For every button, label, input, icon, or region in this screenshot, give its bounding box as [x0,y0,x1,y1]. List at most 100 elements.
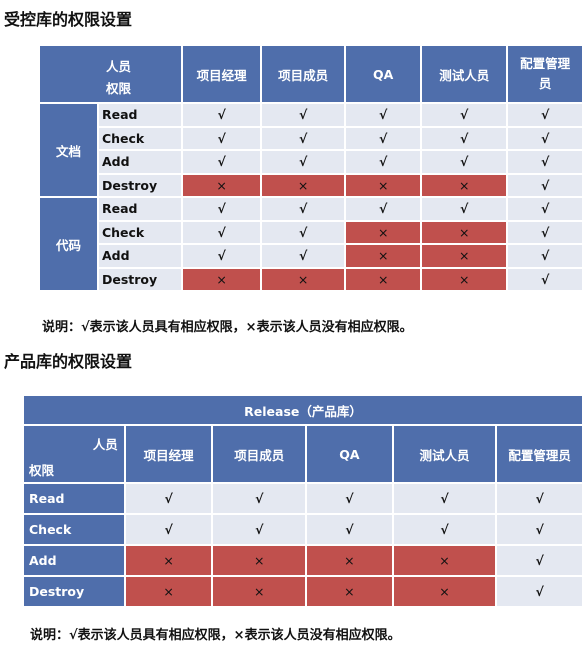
column-header: 项目经理 [183,46,260,102]
permission-granted-cell: √ [183,104,260,126]
table-row: Add √ √ × × √ [40,245,582,267]
permission-denied-cell: × [125,546,212,575]
permission-granted-cell: √ [508,151,582,173]
permission-denied-cell: × [183,268,260,290]
column-header: 项目成员 [261,46,345,102]
permission-denied-cell: × [261,268,345,290]
section2-title: 产品库的权限设置 [4,352,133,371]
permission-label: Read [98,104,182,126]
permission-denied-cell: × [346,268,421,290]
permission-granted-cell: √ [183,151,260,173]
table-row: Add √ √ √ √ √ [40,151,582,173]
permission-denied-cell: × [393,577,496,606]
table-row: Destroy × × × × √ [24,577,582,606]
column-header: 测试人员 [393,426,496,482]
permission-granted-cell: √ [183,221,260,243]
product-library-permission-table: Release（产品库） 人员 权限 项目经理 项目成员 QA 测试人员 配置管… [22,394,584,608]
table-corner-header: 人员 权限 [24,426,124,482]
table-row: Check √ √ √ √ √ [24,515,582,544]
column-header: 项目成员 [213,426,306,482]
permission-granted-cell: √ [307,484,392,513]
permission-granted-cell: √ [497,577,582,606]
permission-granted-cell: √ [393,484,496,513]
permission-granted-cell: √ [307,515,392,544]
permission-denied-cell: × [125,577,212,606]
permission-granted-cell: √ [508,245,582,267]
permission-denied-cell: × [346,245,421,267]
group-label: 代码 [40,198,97,290]
permission-granted-cell: √ [213,484,306,513]
table-row: Check √ √ × × √ [40,221,582,243]
group-label: 文档 [40,104,97,196]
table-row: Check √ √ √ √ √ [40,127,582,149]
corner-personnel-label: 人员 [106,59,132,74]
controlled-library-permission-table: 人员 权限 项目经理 项目成员 QA 测试人员 配置管理员 文档 Read √ √ √ √… [38,44,584,292]
corner-personnel-label: 人员 [92,437,118,452]
permission-granted-cell: √ [508,268,582,290]
permission-granted-cell: √ [213,515,306,544]
permission-denied-cell: × [213,577,306,606]
permission-label: Read [24,484,124,513]
permission-denied-cell: × [346,221,421,243]
permission-granted-cell: √ [261,127,345,149]
permission-granted-cell: √ [261,104,345,126]
permission-granted-cell: √ [508,198,582,220]
permission-label: Read [98,198,182,220]
permission-granted-cell: √ [346,127,421,149]
permission-denied-cell: × [422,221,507,243]
permission-granted-cell: √ [346,198,421,220]
table-row: Destroy × × × × √ [40,268,582,290]
permission-granted-cell: √ [497,546,582,575]
permission-denied-cell: × [307,546,392,575]
column-header: 项目经理 [125,426,212,482]
permission-granted-cell: √ [508,221,582,243]
permission-granted-cell: √ [422,104,507,126]
permission-granted-cell: √ [261,151,345,173]
permission-granted-cell: √ [261,198,345,220]
permission-label: Destroy [98,174,182,196]
table-row: 文档 Read √ √ √ √ √ [40,104,582,196]
corner-permission-label: 权限 [106,81,132,96]
column-header: 配置管理员 [508,46,582,102]
permission-label: Check [98,221,182,243]
permission-denied-cell: × [422,245,507,267]
permission-denied-cell: × [261,174,345,196]
permission-denied-cell: × [307,577,392,606]
permission-granted-cell: √ [183,245,260,267]
permission-granted-cell: √ [261,245,345,267]
permission-denied-cell: × [346,174,421,196]
table-row: Read √ √ √ √ √ [24,484,582,513]
section1-note: 说明：√表示该人员具有相应权限，×表示该人员没有相应权限。 [42,320,413,335]
permission-granted-cell: √ [497,515,582,544]
column-header: 配置管理员 [497,426,582,482]
permission-label: Add [98,151,182,173]
column-header: 测试人员 [422,46,507,102]
permission-granted-cell: √ [422,151,507,173]
release-banner: Release（产品库） [24,396,582,424]
permission-label: Check [24,515,124,544]
table-corner-header: 人员 权限 [40,46,182,102]
permission-granted-cell: √ [125,484,212,513]
column-header: QA [307,426,392,482]
permission-granted-cell: √ [508,174,582,196]
permission-label: Check [98,127,182,149]
permission-denied-cell: × [393,546,496,575]
column-header: QA [346,46,421,102]
permission-label: Destroy [98,268,182,290]
permission-granted-cell: √ [183,127,260,149]
permission-denied-cell: × [422,268,507,290]
table-row: 代码 Read √ √ √ √ √ [40,198,582,290]
permission-denied-cell: × [213,546,306,575]
permission-granted-cell: √ [422,127,507,149]
permission-granted-cell: √ [125,515,212,544]
permission-granted-cell: √ [497,484,582,513]
permission-label: Add [98,245,182,267]
permission-granted-cell: √ [346,104,421,126]
permission-granted-cell: √ [508,104,582,126]
permission-granted-cell: √ [261,221,345,243]
table-row: Add × × × × √ [24,546,582,575]
permission-granted-cell: √ [508,127,582,149]
corner-permission-label: 权限 [29,463,55,478]
permission-granted-cell: √ [346,151,421,173]
permission-granted-cell: √ [422,198,507,220]
